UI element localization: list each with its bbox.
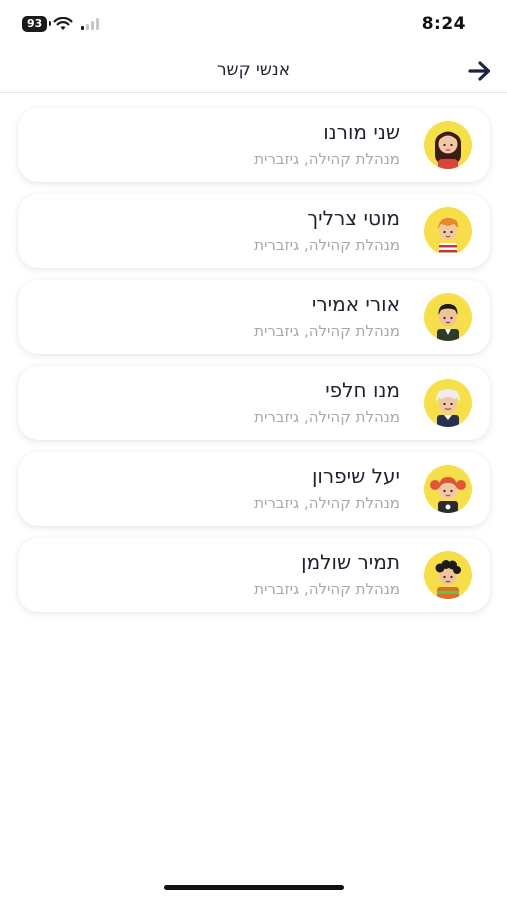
status-indicators: 93 [22, 16, 100, 32]
contact-name: מנו חלפי [325, 378, 400, 402]
man-orange-hair-avatar [424, 207, 472, 255]
contact-name: אורי אמירי [311, 292, 400, 316]
contact-card[interactable]: מוטי צרליך מנהלת קהילה, גיזברית [18, 194, 490, 268]
contact-card[interactable]: מנו חלפי מנהלת קהילה, גיזברית [18, 366, 490, 440]
contact-name: מוטי צרליך [307, 206, 400, 230]
man-dark-hair-avatar [424, 293, 472, 341]
contact-role: מנהלת קהילה, גיזברית [254, 150, 400, 168]
contact-role: מנהלת קהילה, גיזברית [254, 236, 400, 254]
contact-card[interactable]: אורי אמירי מנהלת קהילה, גיזברית [18, 280, 490, 354]
girl-red-pigtails-avatar [424, 465, 472, 513]
contact-card[interactable]: תמיר שולמן מנהלת קהילה, גיזברית [18, 538, 490, 612]
contact-role: מנהלת קהילה, גיזברית [254, 322, 400, 340]
nav-header: אנשי קשר [0, 50, 507, 93]
status-bar: 93 8:24 [0, 0, 507, 50]
home-indicator[interactable] [164, 885, 344, 890]
status-time: 8:24 [421, 14, 466, 34]
page-title: אנשי קשר [216, 60, 291, 80]
battery-icon: 93 [22, 16, 52, 32]
man-curly-hair-avatar [424, 551, 472, 599]
contact-role: מנהלת קהילה, גיזברית [254, 580, 400, 598]
woman-dark-hair-avatar [424, 121, 472, 169]
contact-name: שני מורנו [323, 120, 400, 144]
contact-role: מנהלת קהילה, גיזברית [254, 494, 400, 512]
contact-name: תמיר שולמן [301, 550, 400, 574]
cellular-signal-icon [81, 18, 100, 30]
older-man-white-hair-avatar [424, 379, 472, 427]
contact-list: שני מורנו מנהלת קהילה, גיזברית מוטי צרלי… [18, 108, 490, 624]
contact-name: יעל שיפרון [311, 464, 400, 488]
arrow-right-icon[interactable] [467, 59, 493, 83]
contact-card[interactable]: שני מורנו מנהלת קהילה, גיזברית [18, 108, 490, 182]
contact-role: מנהלת קהילה, גיזברית [254, 408, 400, 426]
contact-card[interactable]: יעל שיפרון מנהלת קהילה, גיזברית [18, 452, 490, 526]
wifi-icon [53, 17, 73, 30]
